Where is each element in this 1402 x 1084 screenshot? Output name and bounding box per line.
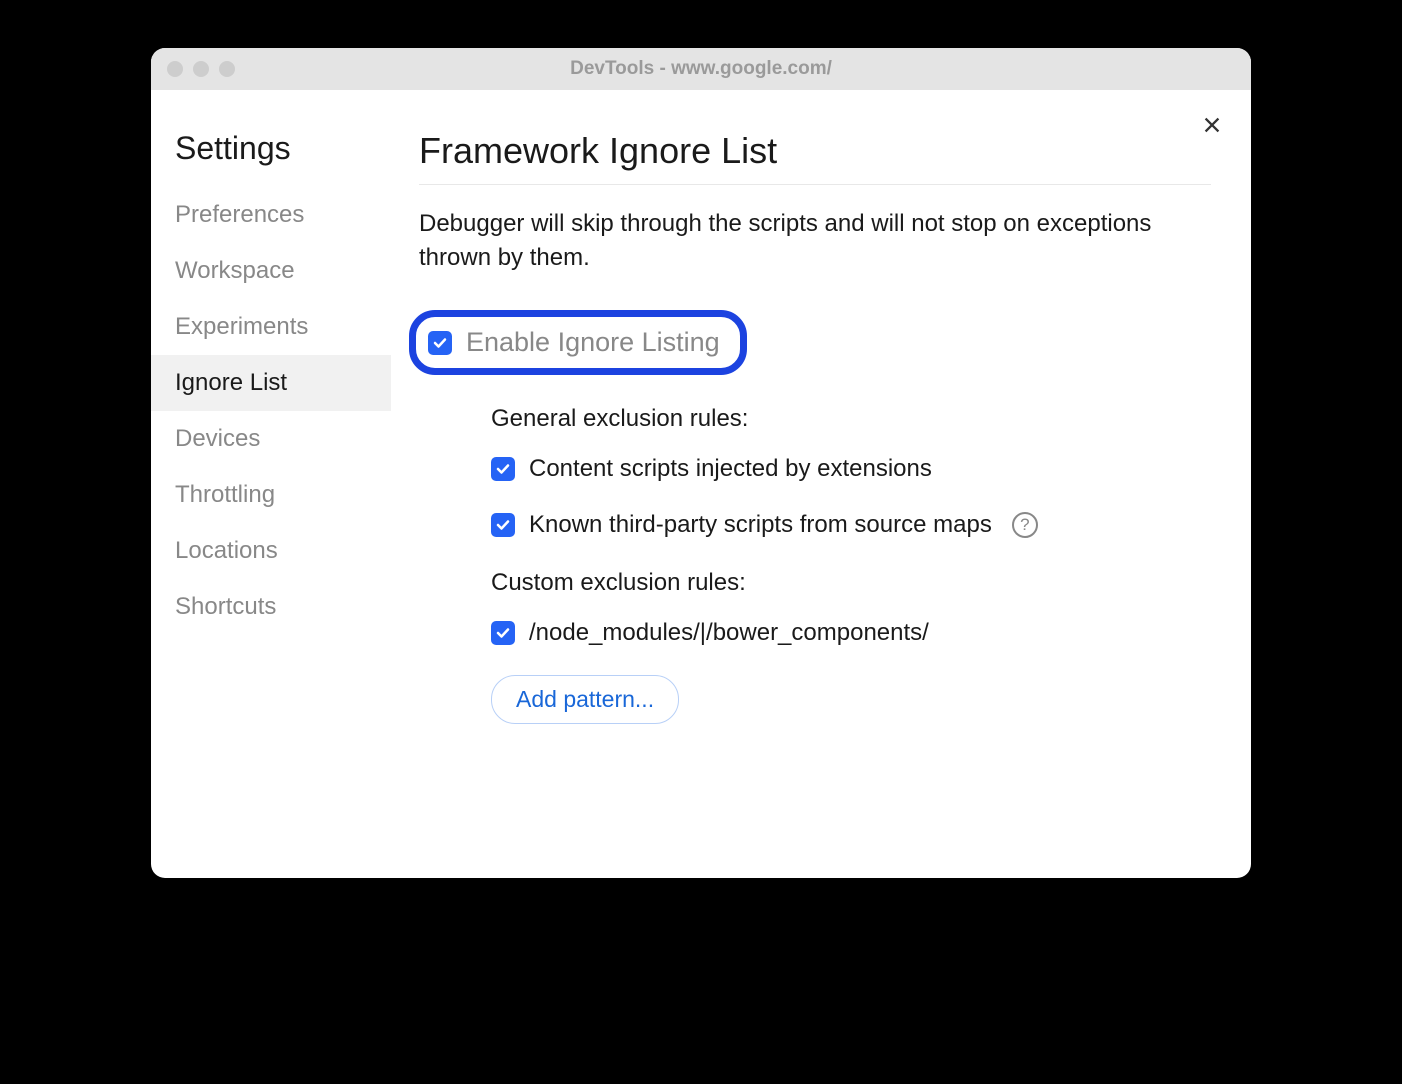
sidebar-item-workspace[interactable]: Workspace	[151, 243, 391, 299]
page-description: Debugger will skip through the scripts a…	[419, 207, 1211, 274]
close-button[interactable]	[1197, 110, 1227, 140]
enable-ignore-listing-label: Enable Ignore Listing	[466, 327, 720, 358]
add-pattern-button[interactable]: Add pattern...	[491, 675, 679, 724]
content: Settings Preferences Workspace Experimen…	[151, 90, 1251, 878]
general-exclusion-section: General exclusion rules: Content scripts…	[491, 405, 1211, 539]
custom-section-title: Custom exclusion rules:	[491, 569, 1211, 597]
sidebar-item-locations[interactable]: Locations	[151, 523, 391, 579]
enable-ignore-listing-checkbox[interactable]	[428, 331, 452, 355]
rule-third-party-scripts: Known third-party scripts from source ma…	[491, 511, 1211, 539]
traffic-lights	[167, 61, 235, 77]
sidebar-item-ignore-list[interactable]: Ignore List	[151, 355, 391, 411]
checkmark-icon	[495, 625, 511, 641]
checkmark-icon	[495, 517, 511, 533]
content-scripts-checkbox[interactable]	[491, 457, 515, 481]
node-modules-label: /node_modules/|/bower_components/	[529, 619, 929, 647]
rule-node-modules: /node_modules/|/bower_components/	[491, 619, 1211, 647]
third-party-scripts-label: Known third-party scripts from source ma…	[529, 511, 992, 539]
close-icon	[1201, 114, 1223, 136]
sidebar-item-throttling[interactable]: Throttling	[151, 467, 391, 523]
window-title: DevTools - www.google.com/	[151, 58, 1251, 80]
checkmark-icon	[432, 335, 448, 351]
traffic-light-close[interactable]	[167, 61, 183, 77]
sidebar-item-experiments[interactable]: Experiments	[151, 299, 391, 355]
enable-highlight-box: Enable Ignore Listing	[409, 310, 747, 375]
titlebar: DevTools - www.google.com/	[151, 48, 1251, 90]
sidebar-item-preferences[interactable]: Preferences	[151, 187, 391, 243]
third-party-scripts-checkbox[interactable]	[491, 513, 515, 537]
rule-content-scripts: Content scripts injected by extensions	[491, 455, 1211, 483]
window: DevTools - www.google.com/ Settings Pref…	[151, 48, 1251, 878]
main-panel: Framework Ignore List Debugger will skip…	[391, 90, 1251, 878]
traffic-light-maximize[interactable]	[219, 61, 235, 77]
help-icon[interactable]: ?	[1012, 512, 1038, 538]
checkmark-icon	[495, 461, 511, 477]
sidebar-title: Settings	[151, 130, 391, 187]
node-modules-checkbox[interactable]	[491, 621, 515, 645]
sidebar-item-devices[interactable]: Devices	[151, 411, 391, 467]
custom-exclusion-section: Custom exclusion rules: /node_modules/|/…	[491, 569, 1211, 724]
sidebar: Settings Preferences Workspace Experimen…	[151, 90, 391, 878]
traffic-light-minimize[interactable]	[193, 61, 209, 77]
enable-ignore-listing-row: Enable Ignore Listing	[428, 327, 720, 358]
content-scripts-label: Content scripts injected by extensions	[529, 455, 932, 483]
sidebar-item-shortcuts[interactable]: Shortcuts	[151, 579, 391, 635]
page-title: Framework Ignore List	[419, 130, 1211, 185]
general-section-title: General exclusion rules:	[491, 405, 1211, 433]
